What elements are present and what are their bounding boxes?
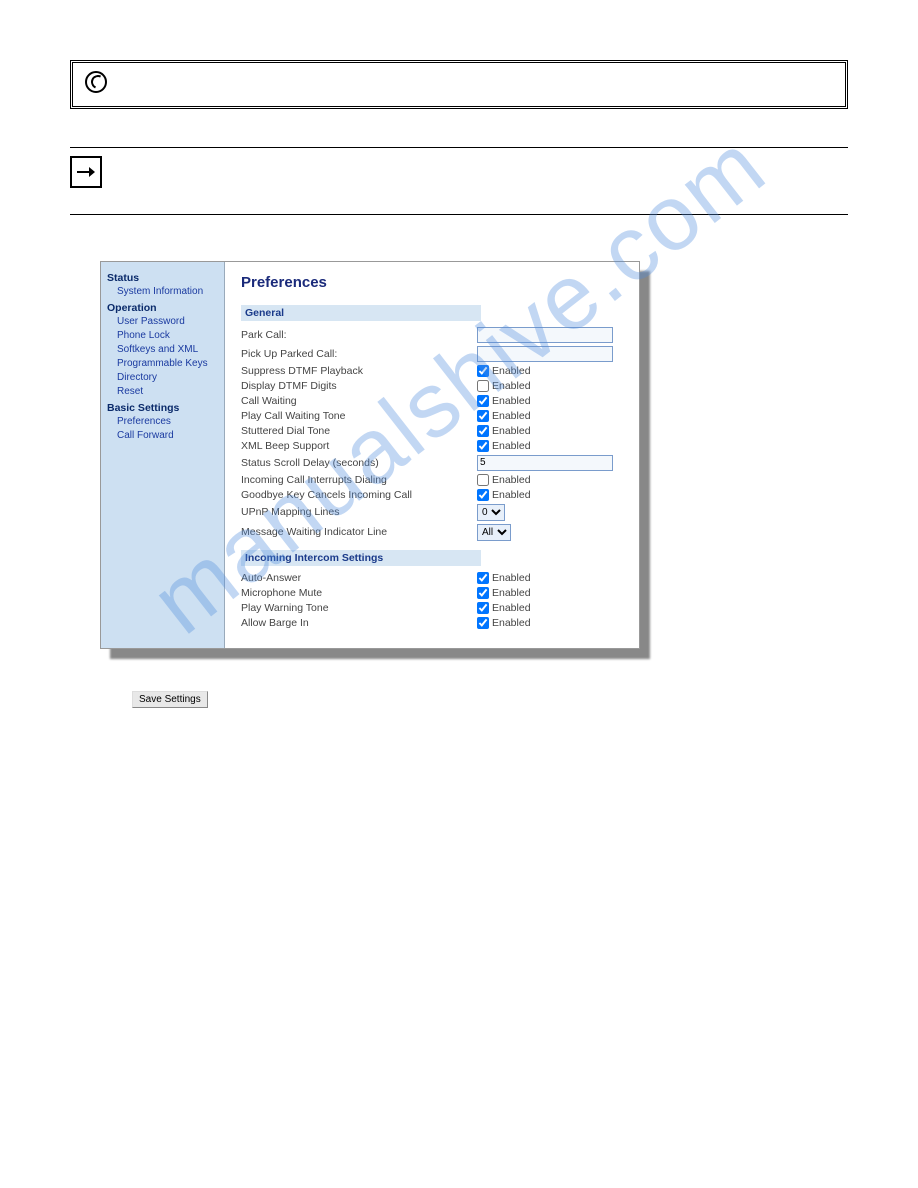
pref-label: Auto-Answer (241, 572, 477, 584)
pref-row: Play Call Waiting Tone Enabled (241, 408, 629, 423)
enabled-checkbox[interactable]: Enabled (477, 572, 531, 584)
select-input[interactable]: All (477, 524, 511, 541)
pref-row: Suppress DTMF Playback Enabled (241, 363, 629, 378)
sidebar: StatusSystem Information OperationUser Pa… (101, 262, 225, 648)
pref-row: Auto-Answer Enabled (241, 570, 629, 585)
pref-label: Suppress DTMF Playback (241, 365, 477, 377)
checkbox-label: Enabled (492, 380, 531, 392)
checkbox-label: Enabled (492, 587, 531, 599)
enabled-checkbox[interactable]: Enabled (477, 617, 531, 629)
enabled-checkbox[interactable]: Enabled (477, 380, 531, 392)
sidebar-item[interactable]: Directory (117, 370, 218, 384)
embedded-screenshot: StatusSystem Information OperationUser Pa… (100, 261, 640, 649)
text-input[interactable] (477, 455, 613, 471)
sidebar-item[interactable]: System Information (117, 284, 218, 298)
pref-row: Display DTMF Digits Enabled (241, 378, 629, 393)
sidebar-item[interactable]: Programmable Keys (117, 356, 218, 370)
icon-banner (70, 60, 848, 109)
section-header: Incoming Intercom Settings (241, 550, 481, 566)
pref-label: Goodbye Key Cancels Incoming Call (241, 489, 477, 501)
checkbox-label: Enabled (492, 474, 531, 486)
enabled-checkbox[interactable]: Enabled (477, 489, 531, 501)
checkbox-label: Enabled (492, 395, 531, 407)
pref-row: Incoming Call Interrupts Dialing Enabled (241, 472, 629, 487)
arrow-right-icon (70, 156, 102, 188)
pref-label: UPnP Mapping Lines (241, 506, 477, 518)
text-input[interactable] (477, 346, 613, 362)
pref-label: Status Scroll Delay (seconds) (241, 457, 477, 469)
pref-row: Status Scroll Delay (seconds) (241, 453, 629, 472)
pref-label: Microphone Mute (241, 587, 477, 599)
sidebar-group-head: Basic Settings (107, 402, 218, 414)
pref-label: Play Call Waiting Tone (241, 410, 477, 422)
sidebar-item[interactable]: Softkeys and XML (117, 342, 218, 356)
enabled-checkbox[interactable]: Enabled (477, 410, 531, 422)
enabled-checkbox[interactable]: Enabled (477, 587, 531, 599)
pref-label: Call Waiting (241, 395, 477, 407)
pref-row: Park Call: (241, 325, 629, 344)
pref-label: XML Beep Support (241, 440, 477, 452)
globe-icon (85, 71, 107, 93)
sidebar-item[interactable]: Call Forward (117, 428, 218, 442)
checkbox-label: Enabled (492, 572, 531, 584)
pref-label: Display DTMF Digits (241, 380, 477, 392)
pref-row: UPnP Mapping Lines0 (241, 502, 629, 522)
checkbox-label: Enabled (492, 365, 531, 377)
pref-row: Allow Barge In Enabled (241, 615, 629, 630)
checkbox-label: Enabled (492, 440, 531, 452)
checkbox-label: Enabled (492, 617, 531, 629)
section-header: General (241, 305, 481, 321)
enabled-checkbox[interactable]: Enabled (477, 474, 531, 486)
sidebar-group-head: Status (107, 272, 218, 284)
enabled-checkbox[interactable]: Enabled (477, 365, 531, 377)
divider (70, 147, 848, 148)
sidebar-item[interactable]: Phone Lock (117, 328, 218, 342)
pref-label: Incoming Call Interrupts Dialing (241, 474, 477, 486)
sidebar-item[interactable]: User Password (117, 314, 218, 328)
enabled-checkbox[interactable]: Enabled (477, 425, 531, 437)
pref-row: Goodbye Key Cancels Incoming Call Enabled (241, 487, 629, 502)
checkbox-label: Enabled (492, 489, 531, 501)
divider (70, 214, 848, 215)
pref-label: Allow Barge In (241, 617, 477, 629)
enabled-checkbox[interactable]: Enabled (477, 602, 531, 614)
pref-row: Call Waiting Enabled (241, 393, 629, 408)
pref-label: Message Waiting Indicator Line (241, 526, 477, 538)
select-input[interactable]: 0 (477, 504, 505, 521)
checkbox-label: Enabled (492, 602, 531, 614)
pref-label: Stuttered Dial Tone (241, 425, 477, 437)
sidebar-group-head: Operation (107, 302, 218, 314)
pref-row: Pick Up Parked Call: (241, 344, 629, 363)
sidebar-item[interactable]: Preferences (117, 414, 218, 428)
main-panel: Preferences General Park Call: Pick Up Par… (225, 262, 639, 648)
enabled-checkbox[interactable]: Enabled (477, 440, 531, 452)
text-input[interactable] (477, 327, 613, 343)
pref-label: Play Warning Tone (241, 602, 477, 614)
pref-label: Pick Up Parked Call: (241, 348, 477, 360)
pref-row: XML Beep Support Enabled (241, 438, 629, 453)
pref-row: Stuttered Dial Tone Enabled (241, 423, 629, 438)
pref-row: Play Warning Tone Enabled (241, 600, 629, 615)
enabled-checkbox[interactable]: Enabled (477, 395, 531, 407)
pref-row: Microphone Mute Enabled (241, 585, 629, 600)
sidebar-item[interactable]: Reset (117, 384, 218, 398)
save-settings-button[interactable]: Save Settings (132, 691, 208, 708)
page-title: Preferences (241, 274, 629, 291)
checkbox-label: Enabled (492, 410, 531, 422)
checkbox-label: Enabled (492, 425, 531, 437)
pref-label: Park Call: (241, 329, 477, 341)
pref-row: Message Waiting Indicator LineAll (241, 522, 629, 542)
